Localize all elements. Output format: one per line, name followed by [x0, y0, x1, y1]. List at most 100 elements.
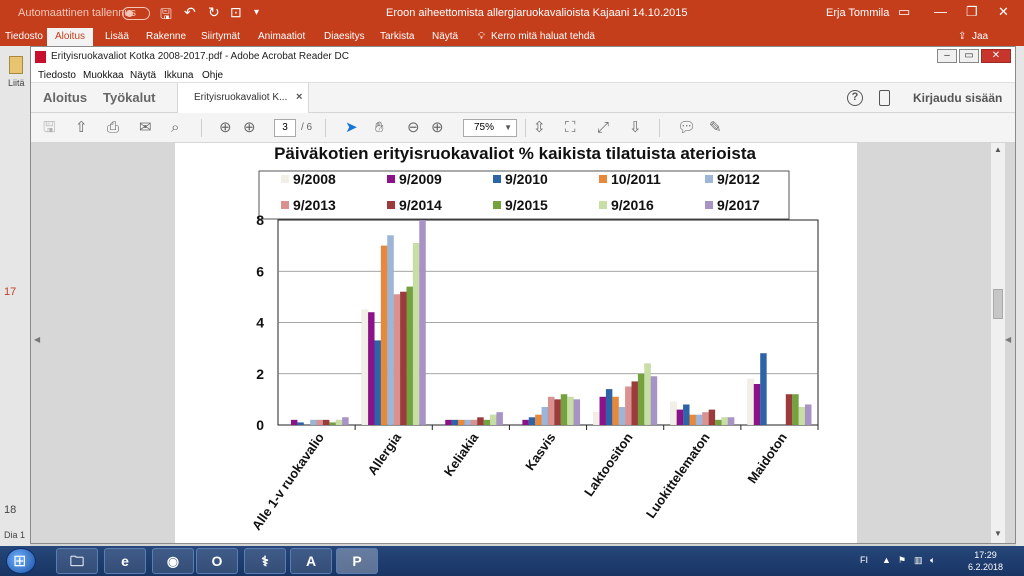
language-indicator[interactable]: FI: [860, 555, 868, 565]
ribbon-display-icon[interactable]: ▭: [898, 4, 910, 20]
tab-tools[interactable]: Työkalut: [103, 90, 156, 105]
taskbar-acrobat-icon[interactable]: A: [290, 548, 332, 574]
comment-icon[interactable]: 💬︎: [677, 119, 696, 137]
tab-aloitus[interactable]: Aloitus: [47, 28, 94, 46]
bar: [747, 378, 754, 426]
menu-muokkaa[interactable]: Muokkaa: [83, 70, 124, 81]
share-button[interactable]: Jaa: [972, 31, 988, 42]
menu-ikkuna[interactable]: Ikkuna: [164, 70, 193, 81]
close-tab-icon[interactable]: ×: [296, 91, 302, 103]
undo-icon[interactable]: ↶: [184, 4, 196, 21]
network-icon[interactable]: ▥: [914, 555, 923, 566]
tab-tarkista[interactable]: Tarkista: [380, 31, 414, 42]
scrollbar-thumb[interactable]: [993, 289, 1003, 319]
taskbar-firefox-icon[interactable]: ◉: [152, 548, 194, 574]
print-icon[interactable]: ⎙: [107, 119, 119, 137]
x-tick-label: Allergia: [365, 429, 405, 477]
tell-me-search[interactable]: Kerro mitä haluat tehdä: [491, 31, 595, 42]
legend-label: 9/2016: [611, 197, 654, 213]
scroll-up-icon[interactable]: ▲: [994, 145, 1002, 154]
start-button[interactable]: [6, 548, 36, 574]
paste-icon[interactable]: [9, 56, 23, 74]
tab-lisaa[interactable]: Lisää: [105, 31, 129, 42]
upload-cloud-icon[interactable]: ⇧: [75, 119, 88, 137]
toolbar-separator: [525, 119, 526, 137]
y-tick-label: 6: [256, 263, 264, 279]
menu-ohje[interactable]: Ohje: [202, 70, 223, 81]
search-icon[interactable]: ⌕: [171, 119, 179, 137]
taskbar-outlook-icon[interactable]: O: [196, 548, 238, 574]
user-name[interactable]: Erja Tommila: [826, 7, 889, 19]
tray-expand-icon[interactable]: ▲: [882, 555, 891, 565]
scroll-mode-icon[interactable]: ⇩: [629, 119, 642, 137]
redo-icon[interactable]: ↻: [208, 4, 220, 21]
save-file-icon[interactable]: 🖫: [43, 119, 56, 137]
acrobat-minimize-icon[interactable]: –: [937, 49, 957, 63]
zoom-out-icon[interactable]: ⊖: [407, 119, 420, 137]
slide-number-18[interactable]: 18: [4, 504, 16, 516]
bar: [708, 409, 716, 426]
sign-pen-icon[interactable]: ✎: [709, 119, 722, 137]
mobile-link-icon[interactable]: [879, 90, 890, 106]
tab-animaatiot[interactable]: Animaatiot: [258, 31, 305, 42]
close-icon[interactable]: ✕: [998, 4, 1009, 20]
taskbar-file-explorer-icon[interactable]: 🗀: [56, 548, 98, 574]
acrobat-maximize-icon[interactable]: ▭: [959, 49, 979, 63]
bar: [618, 406, 626, 426]
bar: [310, 419, 317, 426]
collapse-right-pane-icon[interactable]: ◀: [1005, 335, 1011, 344]
document-area[interactable]: ◀ Päiväkotien erityisruokavaliot % kaiki…: [31, 143, 1015, 543]
minimize-icon[interactable]: —: [934, 4, 947, 19]
system-clock[interactable]: 17:29 6.2.2018: [968, 549, 1003, 573]
taskbar-tool-app-icon[interactable]: ⚕: [244, 548, 286, 574]
previous-page-icon[interactable]: ⊕: [219, 119, 232, 137]
zoom-select[interactable]: 75% ▼: [463, 119, 517, 137]
bar: [361, 309, 369, 426]
tab-diaesitys[interactable]: Diaesitys: [324, 31, 365, 42]
tab-siirtymat[interactable]: Siirtymät: [201, 31, 240, 42]
sign-in-button[interactable]: Kirjaudu sisään: [913, 91, 1002, 105]
slide-number-17[interactable]: 17: [4, 286, 16, 298]
next-page-icon[interactable]: ⊕: [243, 119, 256, 137]
action-center-icon[interactable]: ⚑: [898, 555, 906, 566]
email-icon[interactable]: ✉: [139, 119, 152, 137]
hand-tool-icon[interactable]: ✋︎: [375, 119, 384, 137]
y-tick-label: 4: [256, 315, 264, 331]
document-tab[interactable]: Erityisruokavaliot K... ×: [177, 83, 309, 113]
taskbar-internet-explorer-icon[interactable]: e: [104, 548, 146, 574]
bar: [496, 412, 504, 426]
tab-tiedosto[interactable]: Tiedosto: [5, 31, 43, 42]
customize-toolbar-icon[interactable]: ▾: [254, 7, 259, 18]
bar: [560, 394, 568, 426]
zoom-in-icon[interactable]: ⊕: [431, 119, 444, 137]
vertical-scrollbar[interactable]: ▲ ▼: [991, 143, 1005, 543]
restore-icon[interactable]: ❐: [966, 4, 978, 20]
bar: [483, 419, 491, 426]
autosave-toggle[interactable]: [122, 7, 150, 20]
full-screen-icon[interactable]: ⤢: [597, 119, 609, 137]
tab-home[interactable]: Aloitus: [43, 90, 87, 105]
page-number-input[interactable]: 3: [274, 119, 296, 137]
bar: [689, 414, 697, 426]
menu-nayta[interactable]: Näytä: [130, 70, 156, 81]
fit-page-icon[interactable]: ⇳: [533, 119, 546, 137]
volume-icon[interactable]: 🔈︎: [930, 555, 935, 566]
select-pointer-icon[interactable]: ➤: [345, 119, 358, 137]
save-icon[interactable]: 🖫: [160, 4, 172, 28]
taskbar-powerpoint-icon[interactable]: P: [336, 548, 378, 574]
legend-label: 9/2012: [717, 171, 760, 187]
powerpoint-title-bar: Automaattinen tallennus 🖫 ↶ ↻ ⊡ ▾ Eroon …: [0, 0, 1024, 28]
menu-tiedosto[interactable]: Tiedosto: [38, 70, 76, 81]
bar: [387, 235, 394, 426]
collapse-left-pane-icon[interactable]: ◀: [34, 335, 40, 344]
bar: [412, 242, 420, 426]
slideshow-icon[interactable]: ⊡: [230, 4, 242, 21]
scroll-down-icon[interactable]: ▼: [994, 529, 1002, 538]
fit-width-icon[interactable]: ⛶: [565, 119, 576, 137]
acrobat-close-icon[interactable]: ✕: [981, 49, 1011, 63]
tab-nayta[interactable]: Näytä: [432, 31, 458, 42]
tab-rakenne[interactable]: Rakenne: [146, 31, 186, 42]
acrobat-tab-bar: Aloitus Työkalut Erityisruokavaliot K...…: [31, 83, 1015, 113]
help-icon[interactable]: ?: [847, 90, 863, 106]
share-icon[interactable]: ⇪: [958, 31, 966, 42]
